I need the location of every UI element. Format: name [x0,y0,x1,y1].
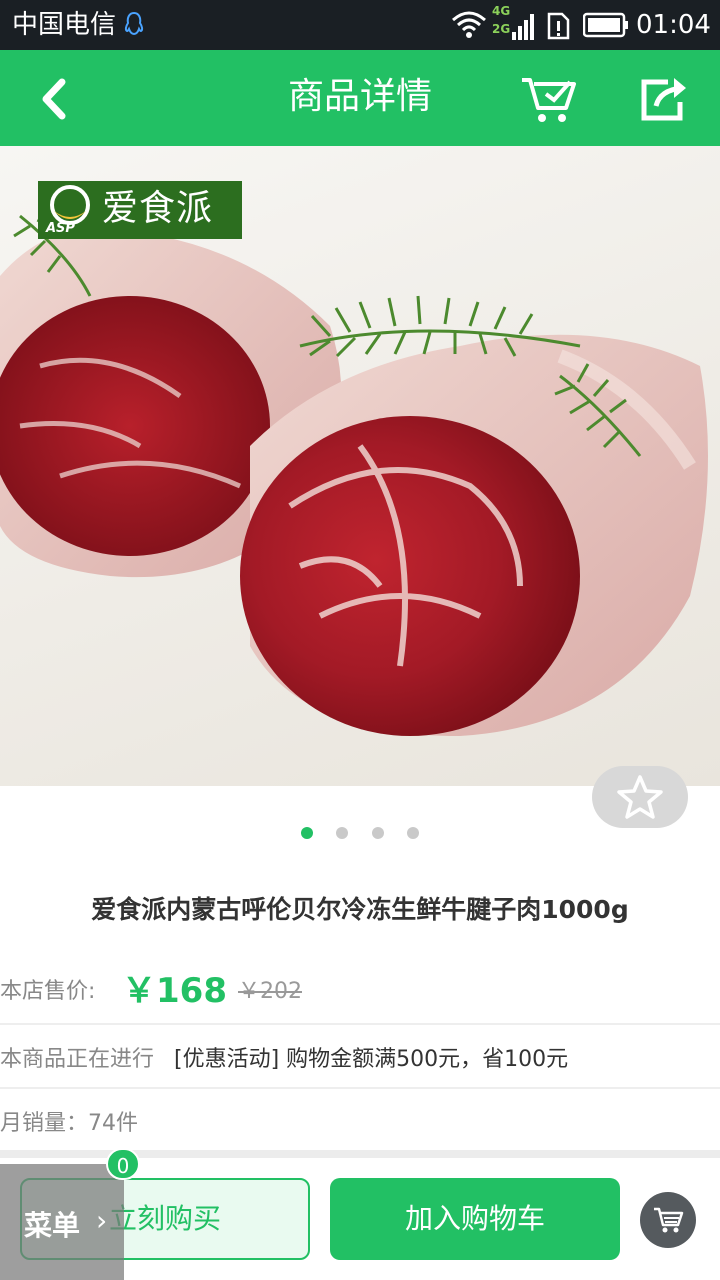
add-to-cart-button[interactable]: 加入购物车 [330,1178,620,1260]
header-bar: 商品详情 [0,50,720,146]
carousel-dot-1[interactable] [301,827,314,839]
network-4g-label: 4G [492,4,511,18]
menu-label: 菜单 [24,1209,81,1242]
wifi-icon [452,11,486,38]
network-signal-icon: 4G 2G [492,4,534,44]
bottom-action-bar: 立刻购买 加入购物车 菜单 › [0,1158,720,1280]
beef-shank-photo [0,205,708,736]
promotion-text: [优惠活动] 购物金额满500元，省100元 [174,1047,569,1072]
current-price: ￥168 [122,971,227,1011]
product-title: 爱食派内蒙古呼伦贝尔冷冻生鲜牛腱子肉1000g [91,895,629,924]
brand-logo-sub: ASP [46,221,75,236]
cart-icon[interactable] [518,72,580,126]
qq-notification-icon [124,11,144,36]
status-bar: 中国电信 4G 2G 01:04 [0,0,720,50]
carrier-name: 中国电信 [12,10,117,40]
monthly-sales: 月销量：74件 [0,1111,138,1136]
cart-icon [654,1207,684,1233]
star-icon [617,775,663,819]
original-price: ￥202 [238,979,302,1004]
share-icon[interactable] [638,74,692,124]
menu-toggle[interactable]: 菜单 › [0,1164,124,1280]
carousel-dot-4[interactable] [406,827,419,839]
network-2g-label: 2G [492,22,511,36]
carousel-dot-3[interactable] [371,827,384,839]
battery-icon [583,12,628,38]
monthly-sales-row: 月销量：74件 [0,1089,720,1153]
promotion-label: 本商品正在进行 [0,1047,155,1072]
cart-count-badge: 0 [106,1148,140,1180]
clock: 01:04 [636,10,711,40]
image-carousel-indicator [0,824,720,839]
brand-logo: 爱食派 ASP [38,181,242,239]
promotion-row: 本商品正在进行 [优惠活动] 购物金额满500元，省100元 [0,1025,720,1089]
brand-logo-text: 爱食派 [102,188,214,229]
sim-alert-icon [547,12,570,40]
chevron-right-icon: › [96,1204,108,1237]
price-label: 本店售价: [0,979,96,1004]
price-row: 本店售价: ￥168 ￥202 [0,955,720,1025]
page-title: 商品详情 [287,76,432,117]
product-image[interactable]: 爱食派 ASP [0,146,720,786]
carousel-dot-2[interactable] [336,827,349,839]
favorite-button[interactable] [592,766,688,828]
floating-cart-button[interactable] [640,1192,696,1248]
